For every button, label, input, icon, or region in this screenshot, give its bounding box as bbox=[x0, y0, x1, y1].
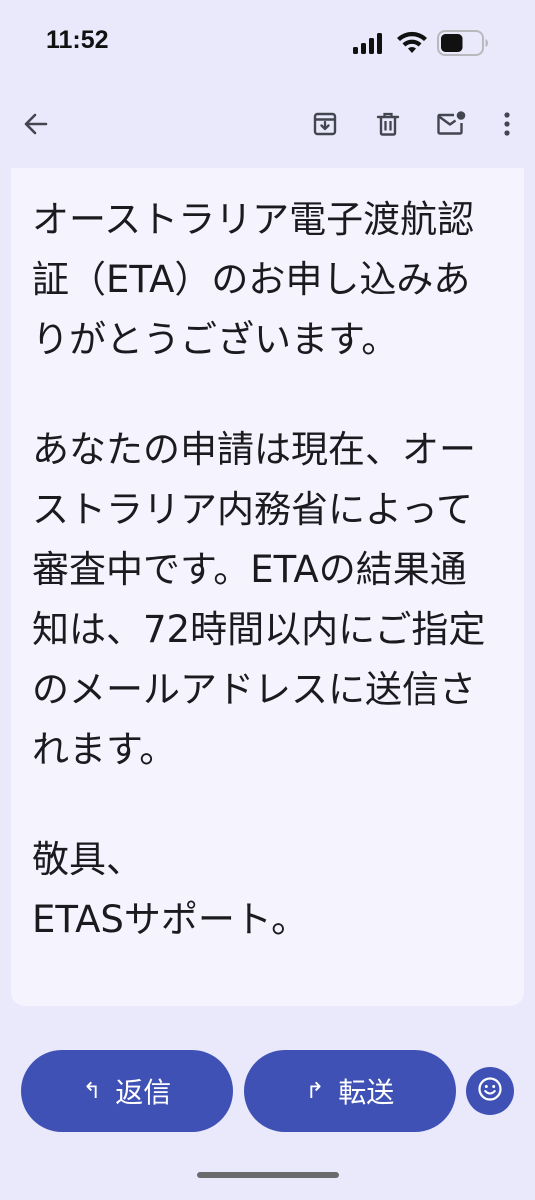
email-paragraph-status: あなたの申請は現在、オーストラリア内務省によって審査中です。ETAの結果通知は、… bbox=[32, 428, 486, 771]
mark-unread-button[interactable] bbox=[429, 104, 473, 148]
status-icons bbox=[353, 30, 489, 60]
emoji-reaction-button[interactable] bbox=[466, 1067, 514, 1115]
more-options-button[interactable] bbox=[485, 104, 529, 148]
wifi-icon bbox=[396, 31, 428, 59]
archive-icon bbox=[312, 111, 338, 141]
reply-icon: ↰ bbox=[82, 1078, 102, 1104]
forward-button[interactable]: ↱ 転送 bbox=[244, 1050, 456, 1132]
email-paragraph-thanks: オーストラリア電子渡航認証（ETA）のお申し込みありがとうございます。 bbox=[32, 198, 475, 361]
reply-button[interactable]: ↰ 返信 bbox=[21, 1050, 233, 1132]
email-body: オーストラリア電子渡航認証（ETA）のお申し込みありがとうございます。 あなたの… bbox=[11, 168, 524, 1006]
email-signature: ETASサポート。 bbox=[32, 898, 309, 941]
mark-unread-icon bbox=[436, 111, 466, 141]
home-indicator[interactable] bbox=[197, 1172, 339, 1178]
status-time: 11:52 bbox=[46, 26, 109, 54]
forward-label: 転送 bbox=[338, 1076, 395, 1109]
back-button[interactable] bbox=[14, 104, 58, 148]
battery-icon bbox=[437, 30, 489, 60]
emoji-reaction-icon bbox=[477, 1076, 503, 1106]
back-arrow-icon bbox=[23, 111, 49, 141]
cellular-signal-icon bbox=[353, 32, 387, 58]
forward-icon: ↱ bbox=[305, 1078, 325, 1104]
email-toolbar bbox=[0, 96, 535, 156]
status-bar: 11:52 bbox=[0, 0, 535, 88]
email-closing: 敬具、 bbox=[32, 838, 143, 881]
archive-button[interactable] bbox=[303, 104, 347, 148]
reply-label: 返信 bbox=[115, 1076, 172, 1109]
reply-action-bar: ↰ 返信 ↱ 転送 bbox=[0, 1050, 535, 1132]
delete-icon bbox=[375, 111, 401, 141]
more-options-icon bbox=[503, 111, 511, 141]
delete-button[interactable] bbox=[366, 104, 410, 148]
